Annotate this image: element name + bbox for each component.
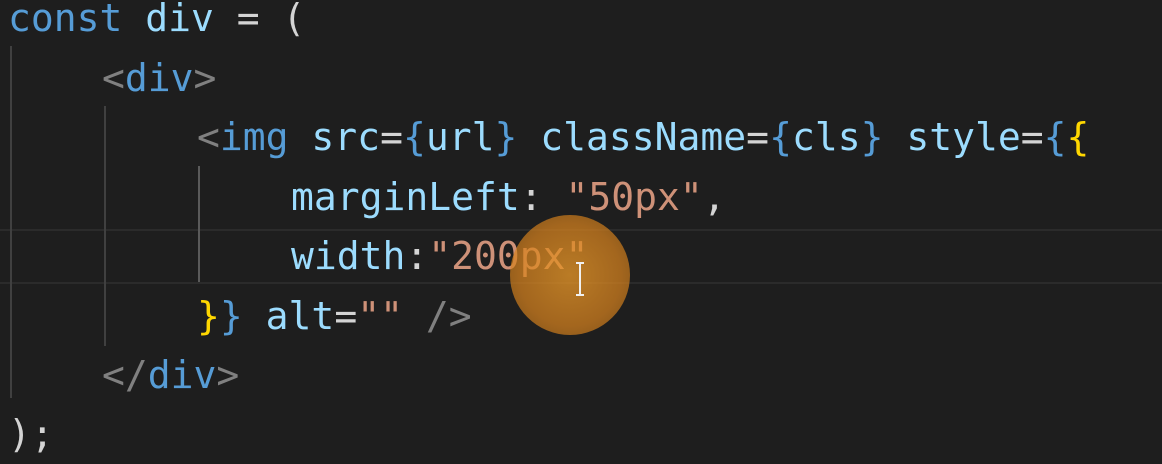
code-token: const (8, 0, 123, 40)
code-token: = ( (213, 0, 306, 40)
mouse-click-highlight (510, 215, 630, 335)
code-token: src (311, 115, 381, 159)
code-token: = (380, 115, 403, 159)
code-token: div (124, 56, 194, 100)
code-token: style (906, 115, 1021, 159)
code-token: : (405, 234, 429, 278)
code-token: = (746, 115, 770, 159)
code-editor[interactable]: const div = ( <div> <img src={url} class… (0, 0, 1162, 464)
code-token: url (425, 115, 495, 159)
code-token: alt (265, 294, 335, 338)
code-token: className (540, 115, 747, 159)
code-token: } (219, 294, 243, 338)
code-token: /> (425, 294, 472, 338)
code-token: > (193, 56, 217, 100)
code-token: , (702, 175, 726, 219)
text-cursor-icon (576, 262, 584, 296)
code-token: "50px" (565, 175, 703, 219)
code-token: </ (102, 353, 148, 397)
code-line-6[interactable]: }} alt="" /> (197, 287, 472, 346)
code-token: { (1043, 115, 1067, 159)
code-token: cls (791, 115, 861, 159)
code-token: marginLeft (291, 175, 520, 219)
code-token: "" (357, 294, 403, 338)
code-token: > (216, 353, 240, 397)
indent-guide (10, 46, 12, 398)
code-token: < (102, 56, 125, 100)
code-line-1[interactable]: const div = ( (8, 0, 305, 48)
code-token: } (494, 115, 518, 159)
code-token: div (147, 353, 217, 397)
indent-guide (198, 166, 200, 282)
code-token: div (145, 0, 214, 40)
code-token: { (769, 115, 792, 159)
code-token: { (1066, 115, 1090, 159)
code-token: } (860, 115, 884, 159)
code-line-4[interactable]: marginLeft: "50px", (291, 168, 726, 227)
code-token: = (1020, 115, 1044, 159)
indent-guide (104, 106, 106, 346)
code-token: ); (8, 412, 54, 456)
code-token: : (519, 175, 566, 219)
code-line-3[interactable]: <img src={url} className={cls} style={{ (197, 108, 1089, 167)
code-line-8[interactable]: ); (8, 405, 54, 464)
code-token: { (402, 115, 426, 159)
code-token: < (197, 115, 220, 159)
code-line-7[interactable]: </div> (102, 346, 239, 405)
code-token: img (219, 115, 289, 159)
code-token: = (334, 294, 358, 338)
code-token: } (197, 294, 220, 338)
code-line-2[interactable]: <div> (102, 49, 216, 108)
code-token: width (291, 234, 406, 278)
